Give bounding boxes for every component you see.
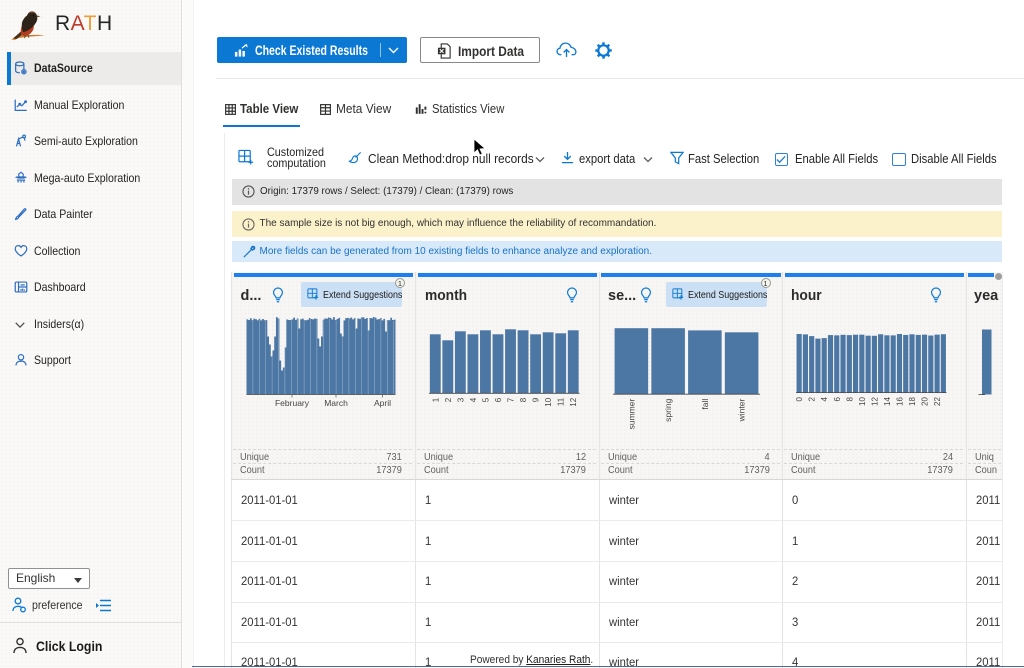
svg-text:4: 4	[820, 397, 829, 402]
svg-text:February: February	[275, 398, 310, 408]
svg-text:14: 14	[883, 397, 892, 406]
svg-text:12: 12	[569, 397, 578, 406]
svg-text:winter: winter	[737, 399, 747, 423]
svg-text:2: 2	[808, 397, 817, 402]
svg-text:3: 3	[456, 397, 465, 402]
svg-text:0: 0	[795, 397, 804, 402]
svg-text:spring: spring	[663, 398, 673, 421]
svg-text:April: April	[374, 398, 391, 408]
svg-text:11: 11	[557, 397, 566, 406]
svg-text:1: 1	[431, 397, 440, 402]
svg-text:9: 9	[532, 397, 541, 402]
svg-text:summer: summer	[626, 399, 636, 430]
svg-text:8: 8	[845, 397, 854, 402]
svg-text:March: March	[324, 398, 348, 408]
svg-text:16: 16	[895, 397, 904, 406]
svg-text:5: 5	[481, 397, 490, 402]
svg-text:20: 20	[921, 397, 930, 406]
svg-text:18: 18	[908, 397, 917, 406]
svg-text:8: 8	[519, 397, 528, 402]
svg-text:7: 7	[507, 397, 516, 402]
svg-text:22: 22	[933, 397, 942, 406]
svg-text:4: 4	[469, 397, 478, 402]
svg-text:6: 6	[833, 397, 842, 402]
svg-text:2: 2	[444, 397, 453, 402]
svg-text:6: 6	[494, 397, 503, 402]
svg-text:10: 10	[544, 397, 553, 406]
svg-text:10: 10	[858, 397, 867, 406]
svg-text:12: 12	[870, 397, 879, 406]
svg-text:fall: fall	[700, 399, 710, 410]
